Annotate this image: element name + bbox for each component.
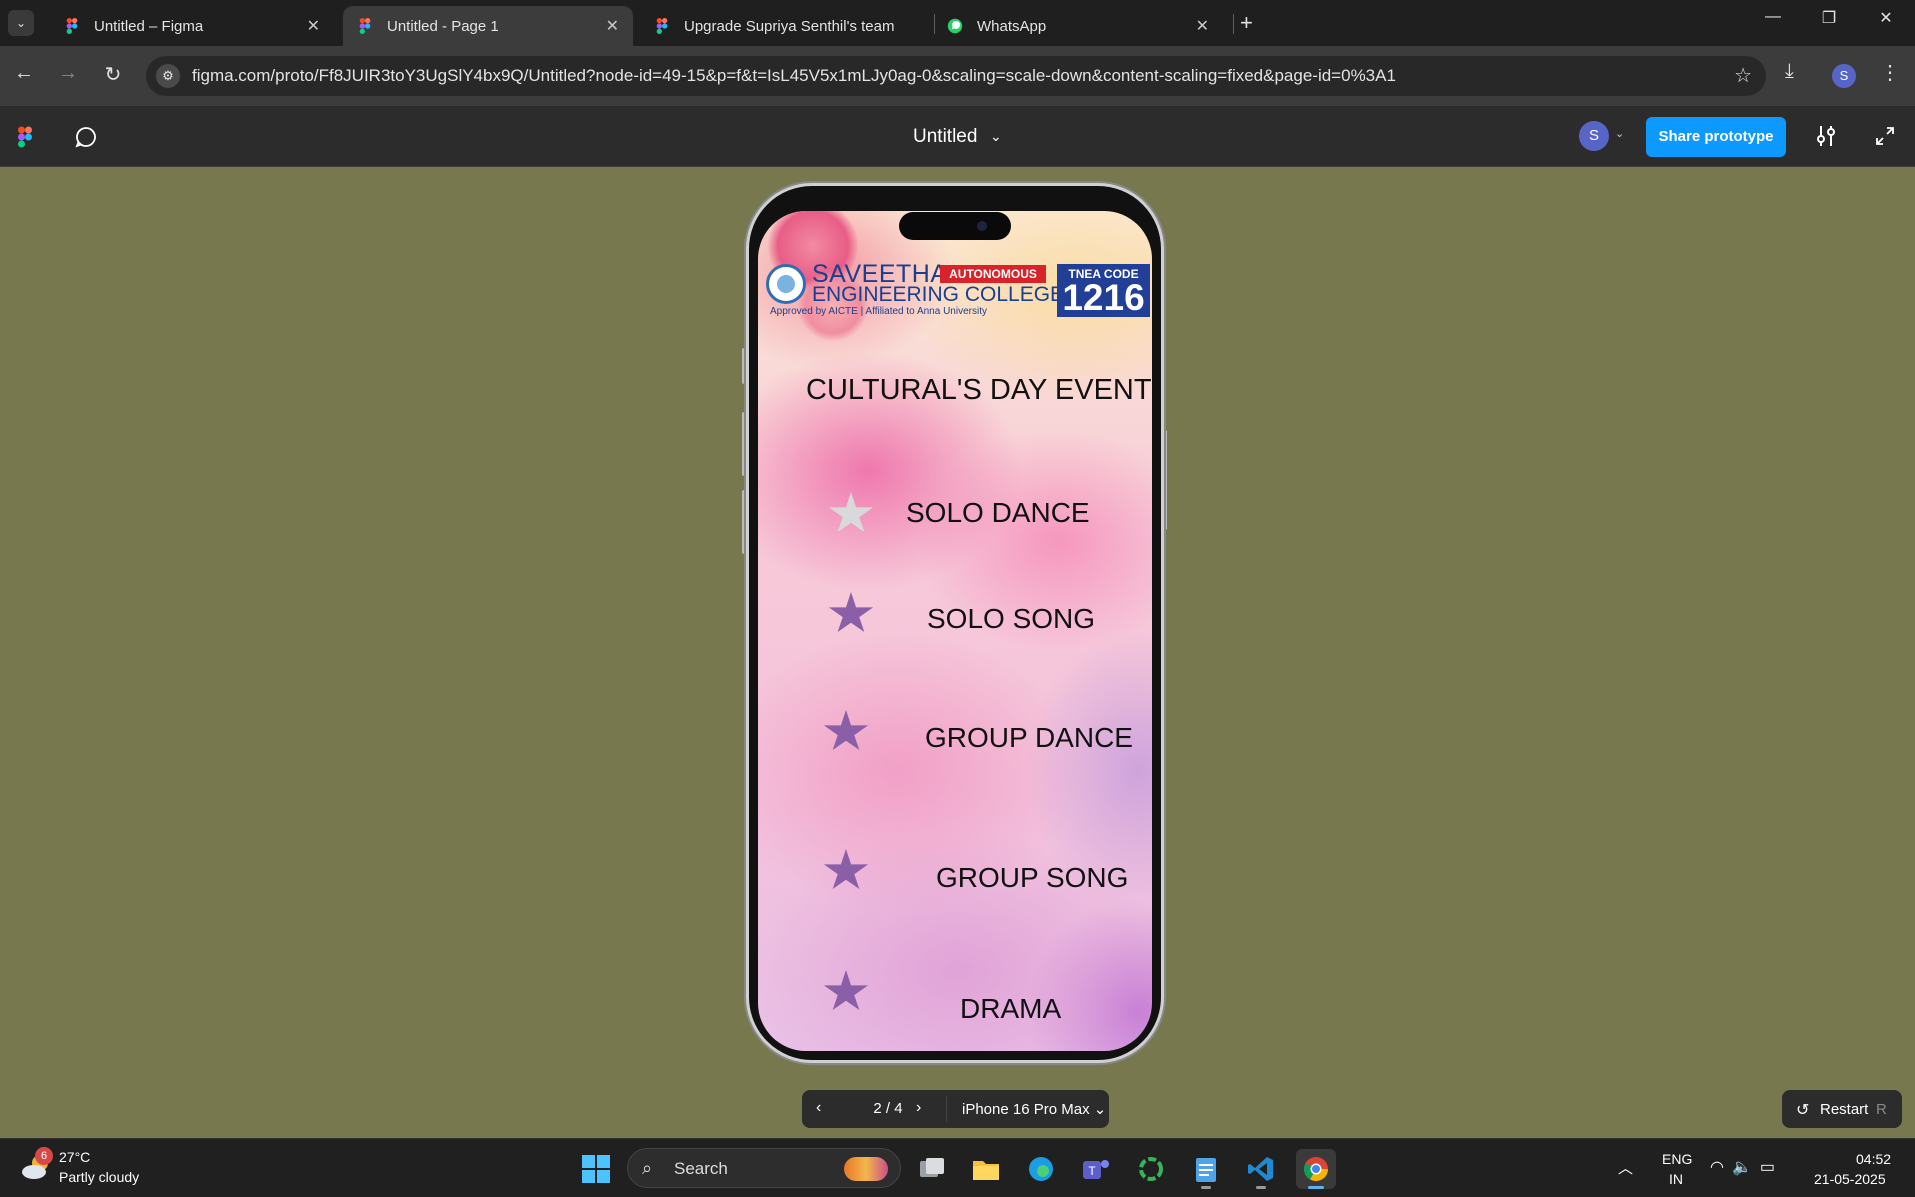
user-avatar[interactable]: S (1579, 121, 1609, 151)
chevron-down-icon: ⌄ (1093, 1101, 1107, 1118)
event-item-solo-dance[interactable]: SOLO DANCE (906, 497, 1090, 529)
weather-badge: 6 (35, 1147, 53, 1165)
clock-date[interactable]: 21-05-2025 (1814, 1171, 1886, 1187)
college-affiliation-text: Approved by AICTE | Affiliated to Anna U… (770, 306, 987, 317)
next-frame-icon[interactable]: › (916, 1099, 921, 1117)
tab-whatsapp[interactable]: WhatsApp ✕ (933, 6, 1223, 46)
language-indicator[interactable]: ENG (1662, 1151, 1692, 1167)
url-text[interactable]: figma.com/proto/Ff8JUIR3toY3UgSlY4bx9Q/U… (192, 66, 1396, 86)
event-title: CULTURAL'S DAY EVENT (806, 374, 1152, 406)
close-window-icon[interactable]: ✕ (1866, 8, 1906, 28)
restart-button[interactable]: ↺ Restart R (1782, 1090, 1902, 1128)
tab-untitled-figma[interactable]: Untitled – Figma ✕ (50, 6, 334, 46)
device-name: iPhone 16 Pro Max (962, 1101, 1090, 1118)
tnea-code: 1216 (1062, 277, 1145, 318)
college-emblem-icon (766, 264, 806, 304)
chevron-down-icon[interactable]: ⌄ (990, 128, 1002, 145)
tab-upgrade-team[interactable]: Upgrade Supriya Senthil's team (640, 6, 914, 46)
close-tab-icon[interactable]: ✕ (1196, 16, 1209, 36)
close-tab-icon[interactable]: ✕ (606, 16, 619, 36)
tnea-code-box: TNEA CODE 1216 (1057, 264, 1150, 317)
reload-icon[interactable]: ↻ (99, 62, 127, 87)
dynamic-island (899, 212, 1011, 240)
new-tab-button[interactable]: + (1240, 10, 1253, 36)
task-view-icon[interactable] (912, 1149, 952, 1189)
menu-kebab-icon[interactable]: ⋮ (1880, 60, 1900, 85)
browser-toolbar: ← → ↻ ⚙ figma.com/proto/Ff8JUIR3toY3UgSl… (0, 46, 1915, 106)
language-region[interactable]: IN (1669, 1171, 1683, 1187)
tab-title: Untitled - Page 1 (387, 17, 499, 35)
running-indicator (1256, 1186, 1266, 1189)
close-tab-icon[interactable]: ✕ (307, 16, 320, 36)
weather-temperature[interactable]: 27°C (59, 1149, 90, 1165)
prototype-navigation: ‹ 2 / 4 › iPhone 16 Pro Max ⌄ (802, 1090, 1109, 1128)
figma-prototype-header: Untitled ⌄ S ⌄ Share prototype (0, 106, 1915, 167)
frame-counter: 2 / 4 (873, 1100, 903, 1117)
running-indicator (1201, 1186, 1211, 1189)
figma-icon (656, 18, 668, 34)
svg-text:T: T (1088, 1164, 1096, 1178)
restart-shortcut-key: R (1876, 1101, 1887, 1118)
browser-tab-strip: ⌄ Untitled – Figma ✕ Untitled - Page 1 ✕… (0, 0, 1915, 46)
teams-icon[interactable]: T (1076, 1149, 1116, 1189)
windows-start-icon[interactable] (581, 1154, 611, 1184)
show-hidden-icons-chevron[interactable]: ︿ (1618, 1157, 1633, 1178)
vscode-icon[interactable] (1241, 1149, 1281, 1189)
clock-time[interactable]: 04:52 (1856, 1151, 1891, 1167)
autonomous-badge: AUTONOMOUS (940, 265, 1046, 283)
tab-title: Upgrade Supriya Senthil's team (684, 17, 895, 35)
device-selector[interactable]: iPhone 16 Pro Max ⌄ (962, 1100, 1106, 1118)
event-item-group-song[interactable]: GROUP SONG (936, 862, 1128, 894)
forward-arrow-icon[interactable]: → (54, 62, 82, 85)
event-item-solo-song[interactable]: SOLO SONG (927, 603, 1095, 635)
file-explorer-icon[interactable] (966, 1149, 1006, 1189)
search-icon: ⌕ (642, 1158, 653, 1178)
previous-frame-icon[interactable]: ‹ (816, 1099, 821, 1117)
address-bar[interactable]: ⚙ figma.com/proto/Ff8JUIR3toY3UgSlY4bx9Q… (146, 56, 1766, 96)
document-title[interactable]: Untitled (913, 126, 977, 148)
figma-logo-icon[interactable] (18, 126, 32, 148)
search-highlight-icon (844, 1157, 888, 1181)
windows-taskbar: 6 27°C Partly cloudy ⌕ Search T ︿ ENG IN… (0, 1138, 1915, 1197)
share-prototype-button[interactable]: Share prototype (1646, 117, 1786, 157)
search-label: Search (674, 1159, 728, 1178)
fullscreen-expand-icon[interactable] (1876, 127, 1894, 145)
tab-title: Untitled – Figma (94, 17, 204, 35)
tab-separator (1233, 14, 1234, 34)
download-icon[interactable]: ⤓ (1785, 60, 1794, 83)
battery-icon[interactable]: ▭ (1760, 1159, 1783, 1176)
tab-untitled-page-1[interactable]: Untitled - Page 1 ✕ (343, 6, 633, 46)
minimize-icon[interactable]: — (1753, 8, 1793, 26)
comment-icon[interactable] (75, 126, 97, 148)
edge-browser-icon[interactable] (1021, 1149, 1061, 1189)
site-info-icon[interactable]: ⚙ (156, 64, 180, 88)
restore-icon[interactable]: ❐ (1809, 8, 1849, 28)
chrome-icon[interactable] (1296, 1149, 1336, 1189)
chevron-down-icon[interactable]: ⌄ (1615, 127, 1624, 140)
tab-search-button[interactable]: ⌄ (8, 10, 34, 36)
divider (946, 1096, 947, 1122)
wifi-icon[interactable]: ◠ (1710, 1159, 1732, 1176)
weather-description[interactable]: Partly cloudy (59, 1169, 139, 1185)
figma-icon (359, 18, 371, 34)
event-item-group-dance[interactable]: GROUP DANCE (925, 722, 1133, 754)
tab-title: WhatsApp (977, 17, 1047, 35)
settings-sliders-icon[interactable] (1815, 124, 1837, 148)
refresh-app-icon[interactable] (1131, 1149, 1171, 1189)
notepad-icon[interactable] (1186, 1149, 1226, 1189)
bookmark-star-icon[interactable]: ☆ (1734, 63, 1752, 88)
whatsapp-icon (947, 18, 963, 34)
back-arrow-icon[interactable]: ← (10, 62, 38, 85)
volume-icon[interactable]: 🔈 (1732, 1159, 1760, 1176)
restart-icon: ↺ (1796, 1102, 1810, 1119)
event-item-drama[interactable]: DRAMA (960, 993, 1061, 1025)
restart-label: Restart (1820, 1101, 1869, 1118)
profile-avatar[interactable]: S (1832, 64, 1856, 88)
system-tray-icons[interactable]: ◠🔈▭ (1710, 1157, 1783, 1177)
college-name-line2: ENGINEERING COLLEGE (812, 283, 1065, 306)
running-indicator (1308, 1186, 1324, 1189)
taskbar-search[interactable]: ⌕ Search (627, 1148, 901, 1188)
figma-icon (66, 18, 78, 34)
